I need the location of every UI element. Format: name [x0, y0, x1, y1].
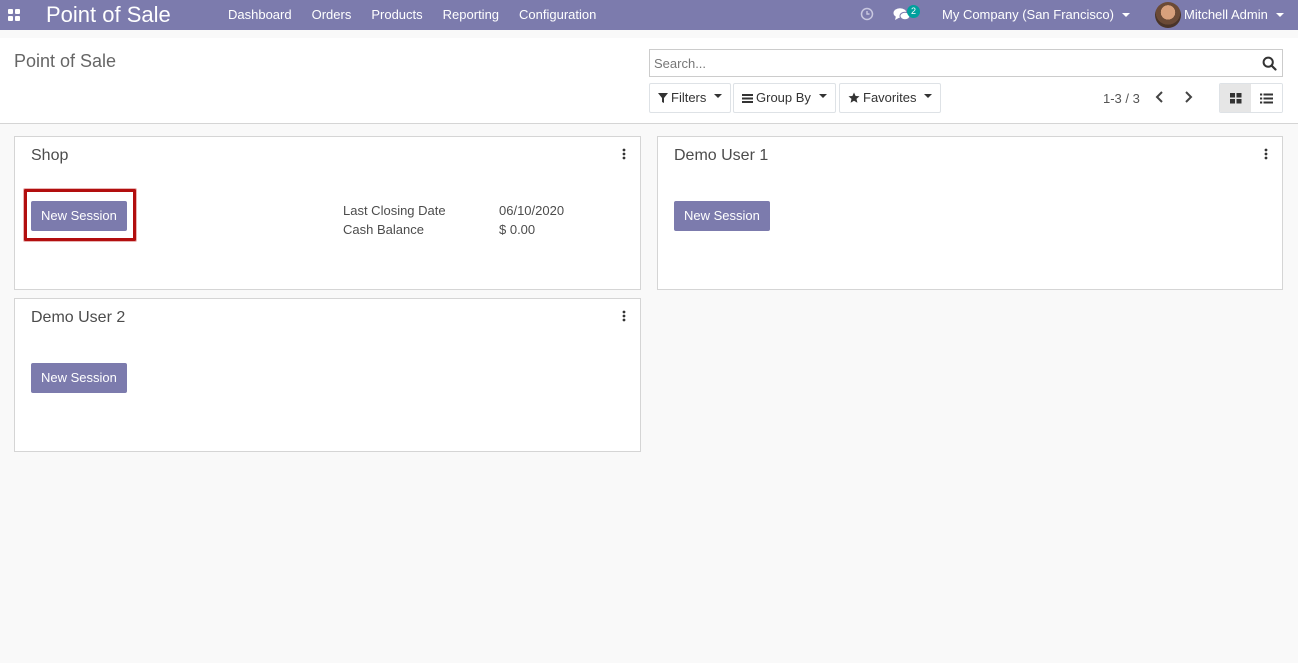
group-by-button[interactable]: Group By — [733, 83, 836, 113]
group-by-label: Group By — [756, 90, 811, 105]
chevron-down-icon — [1121, 12, 1130, 17]
chevron-down-icon — [818, 94, 827, 98]
chat-badge-count: 2 — [907, 5, 920, 18]
filters-label: Filters — [671, 90, 707, 105]
kanban-view-button[interactable] — [1220, 84, 1251, 112]
pos-card-demo-user-2: Demo User 2 New Session — [14, 298, 641, 452]
pos-card-demo-user-1: Demo User 1 New Session — [657, 136, 1283, 290]
cash-balance-value: $ 0.00 — [499, 222, 536, 237]
activity-clock-icon[interactable] — [860, 7, 874, 21]
menu-reporting[interactable]: Reporting — [433, 0, 509, 30]
pager-next-icon[interactable] — [1181, 90, 1195, 104]
filter-funnel-icon — [658, 93, 668, 103]
card-menu-dots-icon[interactable] — [622, 148, 626, 160]
company-name: My Company (San Francisco) — [942, 7, 1114, 22]
user-avatar[interactable] — [1155, 2, 1181, 28]
menu-orders[interactable]: Orders — [302, 0, 362, 30]
top-navbar: Point of Sale Dashboard Orders Products … — [0, 0, 1298, 30]
app-brand-title[interactable]: Point of Sale — [46, 2, 171, 28]
search-box — [649, 49, 1283, 77]
last-closing-date-value: 06/10/2020 — [499, 203, 565, 218]
list-view-button[interactable] — [1251, 84, 1282, 112]
pos-card-shop: Shop New Session Last Closing Date 06/10… — [14, 136, 641, 290]
kanban-grid-icon — [1229, 92, 1241, 103]
pager-value[interactable]: 1-3 / 3 — [1103, 91, 1140, 106]
favorites-label: Favorites — [863, 90, 917, 105]
cash-balance-label: Cash Balance — [343, 222, 424, 237]
search-input[interactable] — [654, 50, 1254, 76]
last-closing-date-label: Last Closing Date — [343, 203, 446, 218]
page-title: Point of Sale — [14, 51, 117, 71]
group-by-bars-icon — [742, 94, 753, 103]
card-title: Shop — [31, 147, 69, 164]
company-switcher[interactable]: My Company (San Francisco) — [942, 0, 1130, 30]
menu-dashboard[interactable]: Dashboard — [218, 0, 302, 30]
card-title: Demo User 2 — [31, 309, 126, 326]
favorites-button[interactable]: Favorites — [839, 83, 942, 113]
menu-configuration[interactable]: Configuration — [509, 0, 606, 30]
search-icon[interactable] — [1262, 56, 1277, 71]
chevron-down-icon — [714, 94, 723, 98]
card-title: Demo User 1 — [674, 147, 769, 164]
card-menu-dots-icon[interactable] — [1264, 148, 1268, 160]
chevron-down-icon — [1275, 12, 1284, 17]
star-icon — [848, 92, 860, 103]
chevron-down-icon — [924, 94, 933, 98]
apps-menu-icon[interactable] — [8, 9, 20, 21]
menu-products[interactable]: Products — [361, 0, 432, 30]
card-menu-dots-icon[interactable] — [622, 310, 626, 322]
user-name: Mitchell Admin — [1184, 7, 1268, 22]
main-menu: Dashboard Orders Products Reporting Conf… — [218, 0, 606, 30]
view-switcher — [1219, 83, 1283, 113]
user-menu[interactable]: Mitchell Admin — [1184, 0, 1284, 30]
new-session-button[interactable]: New Session — [31, 201, 127, 231]
new-session-button[interactable]: New Session — [31, 363, 127, 393]
pager-previous-icon[interactable] — [1153, 90, 1167, 104]
control-panel: Point of Sale Filters Group By Favorites… — [0, 38, 1298, 124]
filters-button[interactable]: Filters — [649, 83, 732, 113]
new-session-button[interactable]: New Session — [674, 201, 770, 231]
list-icon — [1260, 93, 1273, 103]
